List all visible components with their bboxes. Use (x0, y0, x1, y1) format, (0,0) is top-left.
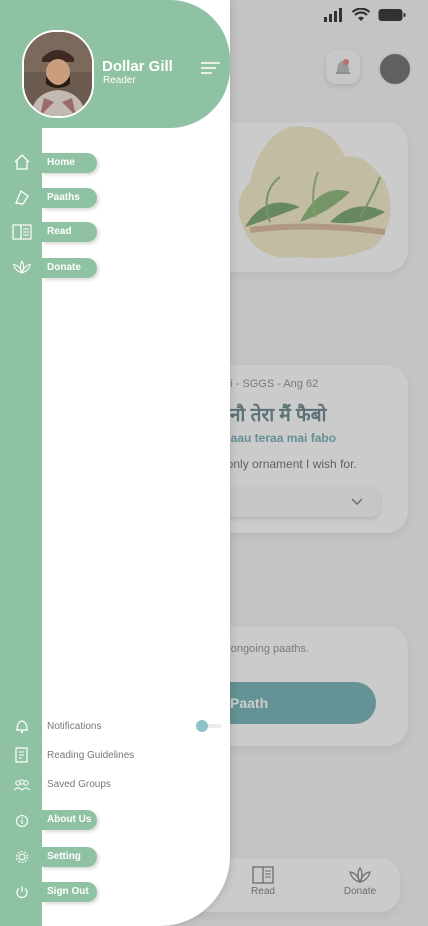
guidelines-icon[interactable] (12, 745, 32, 765)
side-drawer: Dollar Gill Reader Home Paaths Read Dona… (0, 0, 230, 926)
reader-icon[interactable] (12, 222, 32, 242)
nav-sign-out[interactable]: Sign Out (42, 882, 97, 902)
nav-notifications[interactable]: Notifications (47, 721, 101, 732)
power-icon[interactable] (12, 882, 32, 902)
toggle-knob (196, 720, 208, 732)
profile-photo-image (24, 32, 92, 116)
nav-paaths[interactable]: Paaths (42, 188, 97, 208)
nav-home[interactable]: Home (42, 153, 97, 173)
nav-reading-guidelines[interactable]: Reading Guidelines (47, 750, 134, 761)
profile-name: Dollar Gill (102, 58, 173, 75)
book-open-icon[interactable] (12, 187, 32, 207)
profile-role: Reader (103, 75, 136, 86)
nav-setting[interactable]: Setting (42, 847, 97, 867)
home-icon[interactable] (12, 152, 32, 172)
bell-icon[interactable] (12, 716, 32, 736)
notifications-toggle[interactable] (196, 720, 222, 732)
profile-photo[interactable] (22, 30, 94, 118)
drawer-header: Dollar Gill Reader (0, 0, 230, 128)
hamburger-menu-icon[interactable] (199, 62, 221, 76)
nav-saved-groups[interactable]: Saved Groups (47, 779, 111, 790)
nav-donate[interactable]: Donate (42, 258, 97, 278)
gear-icon[interactable] (12, 847, 32, 867)
nav-read[interactable]: Read (42, 222, 97, 242)
group-icon[interactable] (12, 775, 32, 795)
nav-about-us[interactable]: About Us (42, 810, 97, 830)
info-icon[interactable] (12, 811, 32, 831)
lotus-icon[interactable] (12, 257, 32, 277)
